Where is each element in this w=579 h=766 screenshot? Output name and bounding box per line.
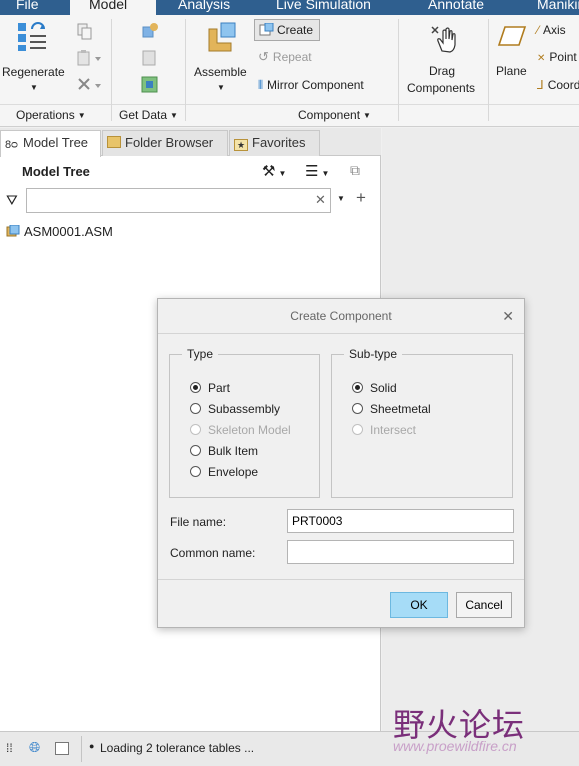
mirror-component-button[interactable]: ⫴ Mirror Component: [258, 78, 364, 92]
clear-filter-icon[interactable]: ✕: [315, 192, 326, 208]
operations-group-label[interactable]: Operations ▼: [16, 107, 86, 125]
component-group-label[interactable]: Component ▼: [298, 107, 371, 125]
create-component-dialog: Create Component ✕ Type Part Subassembly…: [157, 298, 525, 628]
shrinkwrap-icon[interactable]: [140, 75, 160, 95]
cancel-button[interactable]: Cancel: [456, 592, 512, 618]
subtype-group: Sub-type Solid Sheetmetal Intersect: [331, 347, 513, 498]
tab-model-tree[interactable]: 8ᴑ Model Tree: [0, 130, 101, 157]
full-screen-icon[interactable]: [55, 742, 69, 755]
point-button[interactable]: ✕ Point: [537, 50, 577, 66]
tab-folder-browser[interactable]: Folder Browser: [102, 130, 228, 156]
filter-tree-icon[interactable]: ⧉: [350, 162, 360, 179]
regenerate-button[interactable]: Regenerate: [2, 65, 65, 79]
radio-part[interactable]: Part: [190, 381, 230, 395]
radio-intersect[interactable]: Intersect: [352, 423, 416, 437]
radio-sheetmetal[interactable]: Sheetmetal: [352, 402, 431, 416]
paste-icon[interactable]: [76, 49, 104, 67]
radio-subassembly[interactable]: Subassembly: [190, 402, 280, 416]
filter-icon: ⛛: [6, 192, 18, 208]
menu-tab-analysis[interactable]: Analysis: [178, 0, 230, 15]
status-message: Loading 2 tolerance tables ...: [100, 741, 255, 755]
folder-icon: [107, 136, 121, 148]
create-component-icon: [259, 22, 274, 36]
file-name-field[interactable]: [287, 509, 514, 533]
menu-bar: File Model Analysis Live Simulation Anno…: [0, 0, 579, 15]
favorites-icon: ★: [234, 139, 248, 151]
menu-tab-manikin[interactable]: Manikin: [537, 0, 579, 15]
file-name-label: File name:: [170, 515, 227, 529]
model-tree-header: Model Tree: [22, 164, 90, 179]
watermark-url: www.proewildfire.cn: [393, 738, 517, 754]
plane-icon: [497, 26, 527, 46]
tree-filter-input[interactable]: [26, 188, 331, 213]
coordinate-system-button[interactable]: ⅃Coordinate: [537, 78, 579, 92]
show-icon[interactable]: ☰ ▼: [305, 162, 329, 180]
settings-icon[interactable]: ⚒ ▼: [262, 162, 286, 180]
common-name-label: Common name:: [170, 546, 256, 560]
user-defined-feature-icon[interactable]: [140, 21, 160, 41]
repeat-button[interactable]: ↺ Repeat: [258, 49, 312, 65]
assembly-icon: [6, 224, 20, 237]
get-data-group-label[interactable]: Get Data ▼: [119, 107, 178, 125]
message-bullet-icon: ●: [89, 741, 95, 751]
radio-bulk-item[interactable]: Bulk Item: [190, 444, 258, 458]
radio-skeleton-model[interactable]: Skeleton Model: [190, 423, 291, 437]
close-icon[interactable]: ✕: [502, 308, 514, 325]
delete-icon[interactable]: [76, 76, 104, 94]
drag-hand-icon: [431, 26, 456, 53]
layout-icon[interactable]: ⁞⁞: [6, 741, 13, 755]
copy-icon[interactable]: [76, 23, 94, 41]
radio-solid[interactable]: Solid: [352, 381, 397, 395]
ribbon: Regenerate ▼ Operations ▼ Get Data ▼ Assem…: [0, 15, 579, 127]
dialog-footer: OK Cancel: [158, 579, 524, 627]
drag-components-label-2[interactable]: Components: [407, 81, 475, 95]
point-icon: ✕: [537, 53, 546, 64]
radio-envelope[interactable]: Envelope: [190, 465, 258, 479]
browser-icon[interactable]: 🌐︎: [29, 739, 40, 756]
common-name-field[interactable]: [287, 540, 514, 564]
model-tree-icon: 8ᴑ: [5, 139, 18, 151]
copy-geometry-icon[interactable]: [140, 48, 160, 68]
coordinate-system-icon: ⅃: [537, 78, 544, 92]
plane-button[interactable]: Plane: [496, 64, 527, 78]
assemble-icon: [208, 22, 236, 52]
repeat-icon: ↺: [258, 49, 269, 64]
menu-tab-live-simulation[interactable]: Live Simulation: [276, 0, 371, 15]
type-group: Type Part Subassembly Skeleton Model Bul…: [169, 347, 320, 498]
ok-button[interactable]: OK: [390, 592, 448, 618]
regenerate-icon: [18, 22, 46, 51]
assemble-dropdown-icon[interactable]: ▼: [217, 81, 225, 95]
filter-dropdown-icon[interactable]: ▼: [337, 194, 345, 203]
regenerate-dropdown-icon[interactable]: ▼: [30, 81, 38, 95]
create-button[interactable]: Create: [254, 19, 320, 41]
menu-tab-file[interactable]: File: [16, 0, 39, 15]
add-filter-icon[interactable]: +: [356, 188, 366, 208]
dialog-body: Type Part Subassembly Skeleton Model Bul…: [158, 333, 524, 579]
drag-components-label-1[interactable]: Drag: [429, 64, 455, 78]
tab-favorites[interactable]: ★ Favorites: [229, 130, 320, 156]
tree-item-asm[interactable]: ASM0001.ASM: [6, 224, 113, 239]
menu-tab-annotate[interactable]: Annotate: [428, 0, 484, 15]
mirror-icon: ⫴: [258, 78, 264, 92]
type-legend: Type: [182, 347, 219, 361]
assemble-button[interactable]: Assemble: [194, 65, 247, 79]
navigator-tabs: 8ᴑ Model Tree Folder Browser ★ Favorites: [0, 128, 381, 157]
menu-tab-model[interactable]: Model: [70, 0, 156, 15]
dialog-title: Create Component: [158, 299, 524, 333]
subtype-legend: Sub-type: [344, 347, 403, 361]
axis-button[interactable]: ⁄ Axis: [537, 23, 566, 37]
axis-icon: ⁄: [537, 23, 540, 37]
